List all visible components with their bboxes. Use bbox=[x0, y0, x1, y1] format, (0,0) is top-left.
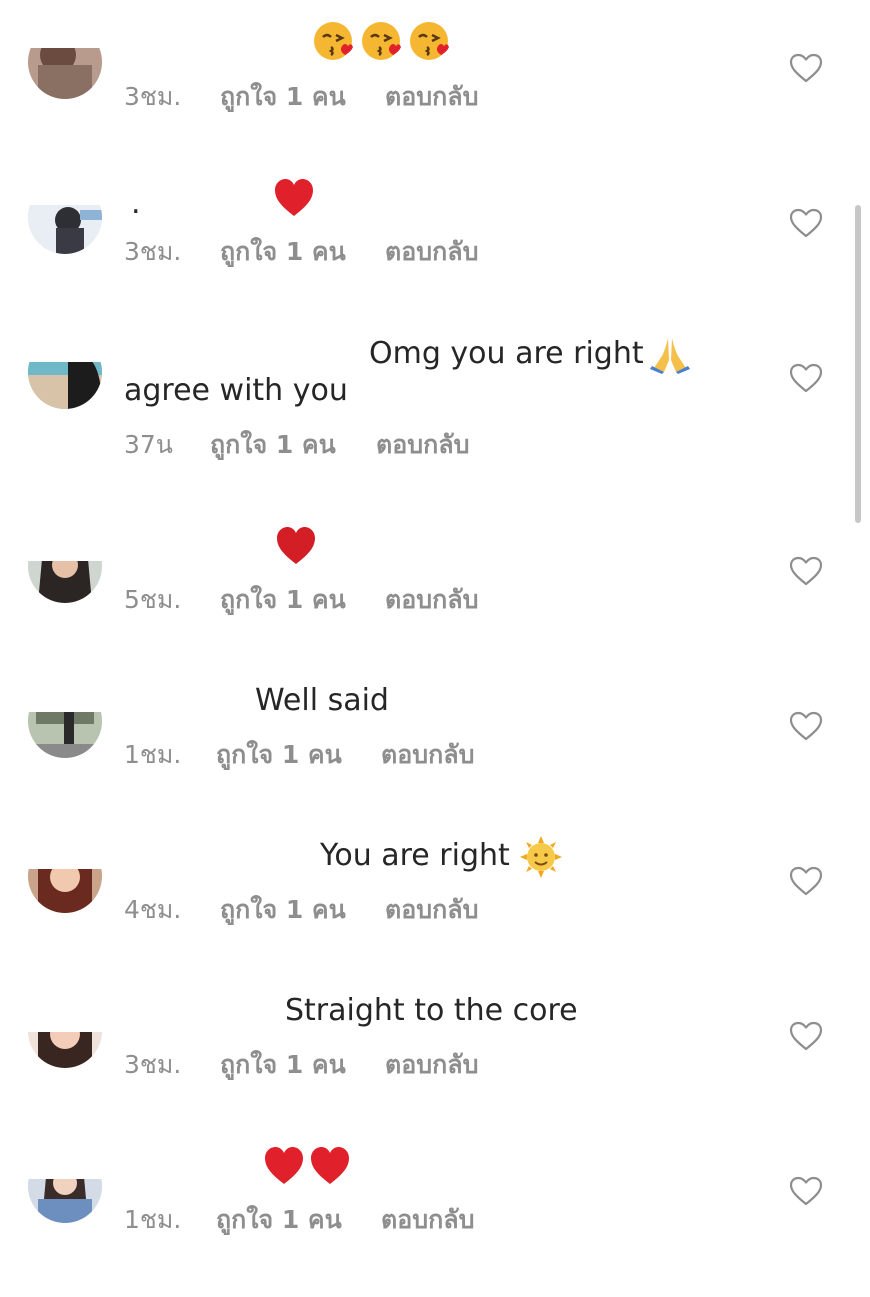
heart-outline-icon bbox=[789, 1021, 823, 1051]
sun-face-icon bbox=[520, 836, 562, 878]
like-button[interactable] bbox=[789, 1021, 823, 1051]
comment-likes[interactable]: ถูกใจ 1 คน bbox=[220, 1050, 346, 1080]
comment-emoji bbox=[312, 20, 452, 72]
like-button[interactable] bbox=[789, 53, 823, 83]
red-heart-icon bbox=[265, 1147, 349, 1184]
username-mask bbox=[20, 833, 300, 869]
heart-outline-icon bbox=[789, 208, 823, 238]
comment-text: Omg you are right bbox=[369, 336, 644, 371]
comment-item: Straight to the core 3ชม. ถูกใจ 1 คน ตอบ… bbox=[0, 968, 870, 1123]
comment-text: . bbox=[131, 186, 141, 221]
comment-item: 5ชม. ถูกใจ 1 คน ตอบกลับ bbox=[0, 503, 870, 658]
heart-outline-icon bbox=[789, 711, 823, 741]
comment-item: 1ชม. ถูกใจ 1 คน ตอบกลับ bbox=[0, 1123, 870, 1278]
comment-time: 3ชม. bbox=[124, 1050, 182, 1079]
comment-item: Omg you are right agree with you 37น ถูก… bbox=[0, 310, 870, 465]
comment-likes[interactable]: ถูกใจ 1 คน bbox=[210, 430, 336, 460]
comment-text: Straight to the core bbox=[285, 993, 578, 1028]
kiss-emoji-icon bbox=[314, 22, 449, 60]
reply-button[interactable]: ตอบกลับ bbox=[385, 585, 478, 615]
comment-item: Well said 1ชม. ถูกใจ 1 คน ตอบกลับ bbox=[0, 658, 870, 813]
heart-outline-icon bbox=[789, 53, 823, 83]
comment-meta: 37น ถูกใจ 1 คน ตอบกลับ bbox=[124, 430, 624, 460]
comment-meta: 4ชม. ถูกใจ 1 คน ตอบกลับ bbox=[124, 895, 624, 925]
reply-button[interactable]: ตอบกลับ bbox=[385, 237, 478, 267]
red-heart-icon bbox=[277, 527, 315, 564]
red-heart-icon bbox=[275, 179, 313, 216]
comment-likes[interactable]: ถูกใจ 1 คน bbox=[216, 1205, 342, 1235]
like-button[interactable] bbox=[789, 1176, 823, 1206]
folded-hands-icon bbox=[650, 338, 690, 374]
comment-likes[interactable]: ถูกใจ 1 คน bbox=[220, 237, 346, 267]
comment-item: You are right 4ชม. ถูกใจ 1 คน ตอบกลับ bbox=[0, 813, 870, 968]
comment-emoji bbox=[648, 334, 692, 378]
comment-time: 1ชม. bbox=[124, 1205, 182, 1234]
comment-item: . 3ชม. ถูกใจ 1 คน ตอบกลับ bbox=[0, 155, 870, 310]
comment-time: 37น bbox=[124, 430, 173, 459]
comment-time: 3ชม. bbox=[124, 82, 182, 111]
username-mask bbox=[20, 330, 110, 362]
heart-outline-icon bbox=[789, 866, 823, 896]
comment-meta: 1ชม. ถูกใจ 1 คน ตอบกลับ bbox=[124, 1205, 624, 1235]
comment-emoji bbox=[273, 177, 315, 223]
reply-button[interactable]: ตอบกลับ bbox=[376, 430, 469, 460]
reply-button[interactable]: ตอบกลับ bbox=[381, 1205, 474, 1235]
comment-emoji bbox=[263, 1145, 353, 1191]
comment-text: You are right bbox=[320, 838, 510, 873]
comment-item: 3ชม. ถูกใจ 1 คน ตอบกลับ bbox=[0, 0, 870, 155]
comment-time: 5ชม. bbox=[124, 585, 182, 614]
comment-meta: 3ชม. ถูกใจ 1 คน ตอบกลับ bbox=[124, 1050, 624, 1080]
comment-time: 1ชม. bbox=[124, 740, 182, 769]
like-button[interactable] bbox=[789, 866, 823, 896]
like-button[interactable] bbox=[789, 208, 823, 238]
like-button[interactable] bbox=[789, 556, 823, 586]
username-mask bbox=[20, 1143, 250, 1179]
heart-outline-icon bbox=[789, 556, 823, 586]
comment-likes[interactable]: ถูกใจ 1 คน bbox=[216, 740, 342, 770]
username-mask bbox=[20, 988, 270, 1032]
comment-time: 3ชม. bbox=[124, 237, 182, 266]
username-mask bbox=[20, 20, 110, 48]
like-button[interactable] bbox=[789, 363, 823, 393]
heart-outline-icon bbox=[789, 363, 823, 393]
comment-text-line2: agree with you bbox=[124, 373, 348, 408]
comment-meta: 3ชม. ถูกใจ 1 คน ตอบกลับ bbox=[124, 82, 624, 112]
username-mask bbox=[20, 175, 110, 205]
comment-meta: 3ชม. ถูกใจ 1 คน ตอบกลับ bbox=[124, 237, 624, 267]
comment-meta: 1ชม. ถูกใจ 1 คน ตอบกลับ bbox=[124, 740, 624, 770]
comment-likes[interactable]: ถูกใจ 1 คน bbox=[220, 895, 346, 925]
heart-outline-icon bbox=[789, 1176, 823, 1206]
comment-time: 4ชม. bbox=[124, 895, 182, 924]
username-mask bbox=[20, 523, 220, 561]
comment-emoji bbox=[275, 525, 317, 571]
reply-button[interactable]: ตอบกลับ bbox=[385, 1050, 478, 1080]
comment-likes[interactable]: ถูกใจ 1 คน bbox=[220, 82, 346, 112]
reply-button[interactable]: ตอบกลับ bbox=[385, 82, 478, 112]
comment-meta: 5ชม. ถูกใจ 1 คน ตอบกลับ bbox=[124, 585, 624, 615]
username-mask bbox=[20, 678, 225, 712]
comment-text: Well said bbox=[255, 683, 389, 718]
like-button[interactable] bbox=[789, 711, 823, 741]
comment-likes[interactable]: ถูกใจ 1 คน bbox=[220, 585, 346, 615]
reply-button[interactable]: ตอบกลับ bbox=[385, 895, 478, 925]
comment-emoji bbox=[520, 836, 562, 882]
reply-button[interactable]: ตอบกลับ bbox=[381, 740, 474, 770]
scrollbar[interactable] bbox=[855, 205, 861, 523]
